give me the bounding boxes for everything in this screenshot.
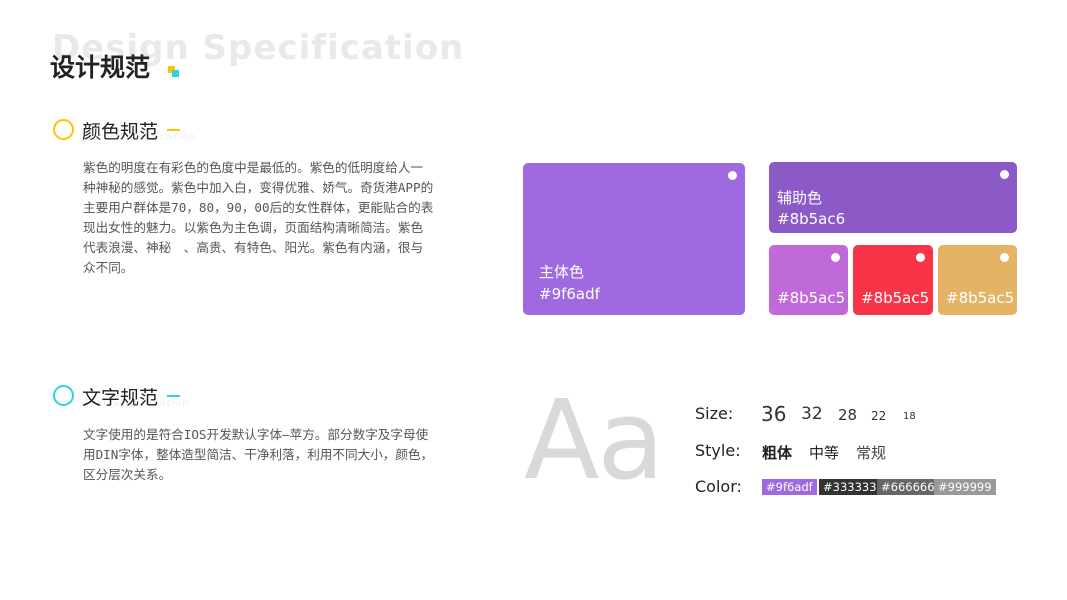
color-section-dash — [167, 129, 180, 131]
style-regular: 常规 — [856, 444, 887, 462]
text-color-chip-purple: #9f6adf — [762, 479, 817, 495]
size-label: Size: — [695, 404, 734, 423]
style-medium: 中等 — [809, 444, 840, 462]
text-section-title: 文字规范 — [82, 387, 159, 409]
size-sample-18: 18 — [903, 411, 916, 422]
color-section-title: 颜色规范 — [82, 121, 159, 143]
small-swatch-hex: #8b5ac5 — [946, 289, 1015, 307]
color-section-ring-icon — [53, 119, 74, 140]
swatch-dot-icon — [831, 253, 840, 262]
text-section-dash — [167, 395, 180, 397]
style-label: Style: — [695, 441, 741, 460]
swatch-dot-icon — [1000, 253, 1009, 262]
small-swatch-3: #8b5ac5 — [938, 245, 1017, 315]
color-section-paragraph: 紫色的明度在有彩色的色度中是最低的。紫色的低明度给人一种神秘的感觉。紫色中加入白… — [83, 160, 434, 275]
text-section-paragraph: 文字使用的是符合IOS开发默认字体—苹方。部分数字及字母使用DIN字体，整体造型… — [83, 427, 434, 482]
size-sample-28: 28 — [838, 406, 858, 424]
text-color-chip-999: #999999 — [934, 479, 996, 495]
secondary-color-swatch: 辅助色 #8b5ac6 — [769, 162, 1017, 233]
small-swatch-1: #8b5ac5 — [769, 245, 848, 315]
style-bold: 粗体 — [762, 444, 793, 462]
color-label: Color: — [695, 477, 742, 496]
secondary-color-hex: #8b5ac6 — [777, 210, 846, 228]
page-title: 设计规范 — [50, 53, 151, 82]
size-sample-22: 22 — [871, 409, 887, 423]
size-sample-32: 32 — [801, 404, 823, 424]
text-color-chip-333: #333333 — [819, 479, 881, 495]
swatch-dot-icon — [916, 253, 925, 262]
small-swatch-2: #8b5ac5 — [853, 245, 933, 315]
text-color-chip-666: #666666 — [877, 479, 939, 495]
secondary-color-name: 辅助色 — [777, 189, 823, 207]
swatch-dot-icon — [728, 171, 737, 180]
primary-color-swatch: 主体色 #9f6adf — [523, 163, 745, 315]
size-sample-36: 36 — [761, 402, 787, 426]
small-swatch-hex: #8b5ac5 — [777, 289, 846, 307]
logo-mark-icon — [168, 66, 180, 78]
swatch-dot-icon — [1000, 170, 1009, 179]
primary-color-name: 主体色 — [539, 263, 585, 281]
small-swatch-hex: #8b5ac5 — [861, 289, 930, 307]
primary-color-hex: #9f6adf — [539, 285, 600, 303]
typography-sample: Aa — [524, 376, 665, 504]
text-section-ring-icon — [53, 385, 74, 406]
